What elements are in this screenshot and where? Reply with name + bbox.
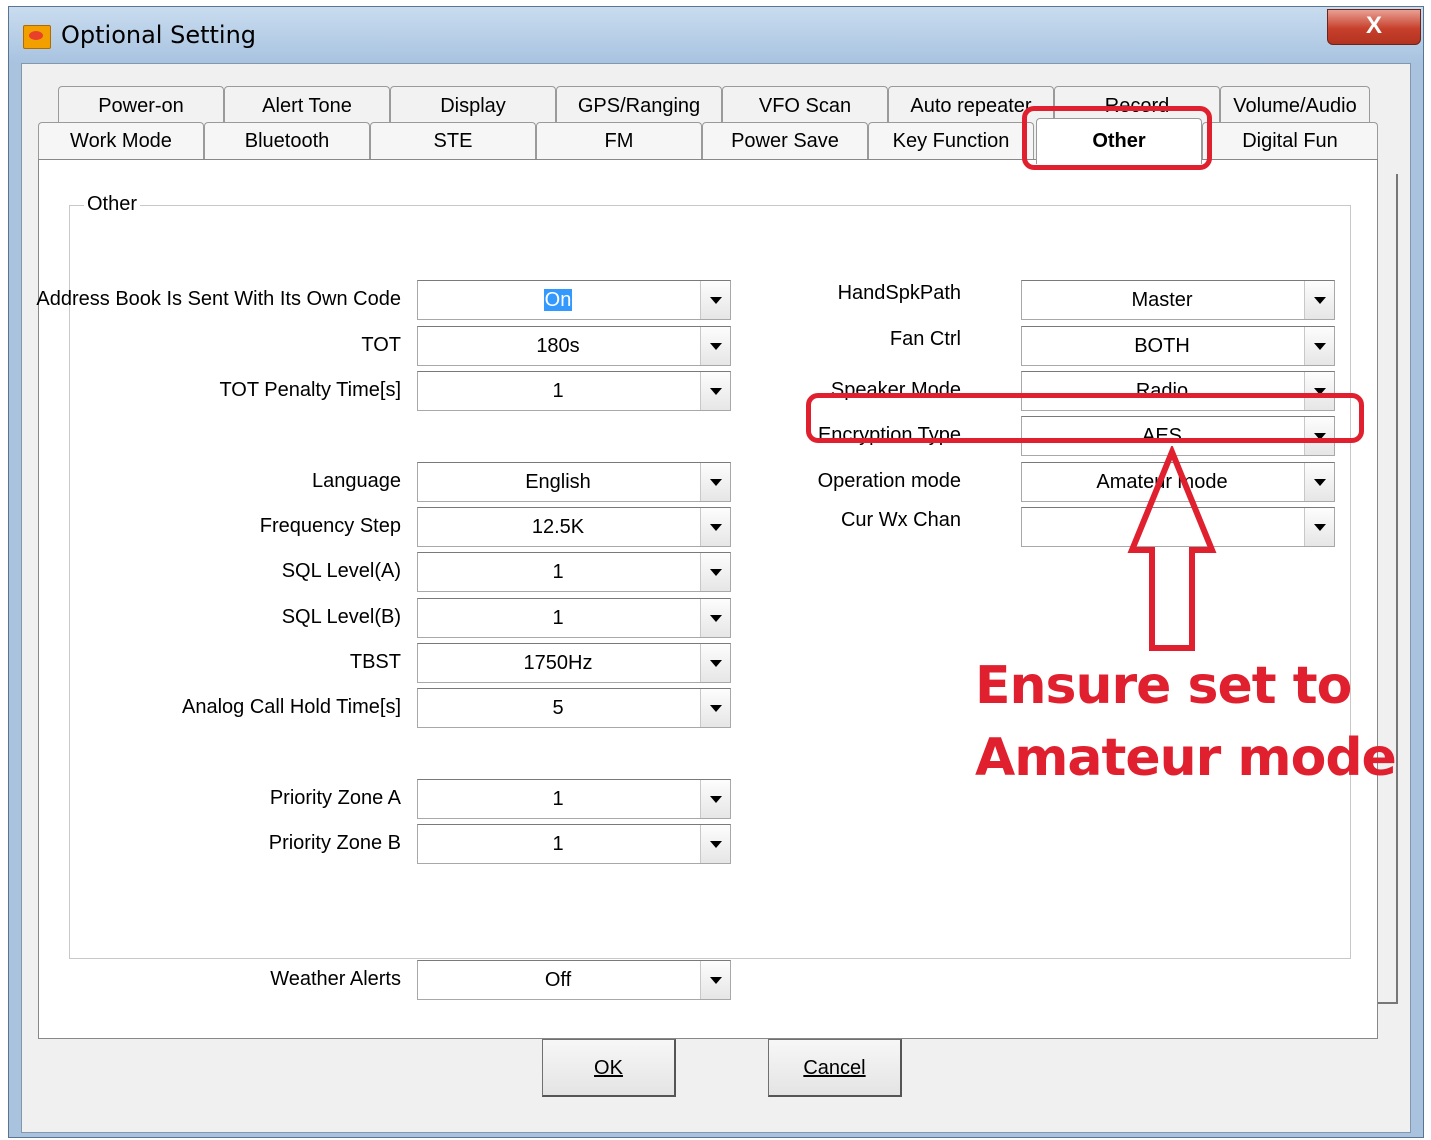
cancel-button-label: Cancel (803, 1057, 866, 1079)
tab-other[interactable]: Other (1036, 118, 1202, 164)
label-analog-call-hold-time: Analog Call Hold Time[s] (182, 696, 401, 718)
combo-frequency-step[interactable]: 12.5K (417, 507, 731, 547)
chevron-down-icon[interactable] (1304, 327, 1334, 365)
tab-volume-audio[interactable]: Volume/Audio (1220, 86, 1370, 126)
label-address-book-own-code: Address Book Is Sent With Its Own Code (36, 288, 401, 310)
combo-handspkpath[interactable]: Master (1021, 280, 1335, 320)
chevron-down-icon[interactable] (700, 780, 730, 818)
close-button[interactable]: X (1327, 9, 1421, 45)
annotation-line-2: Amateur mode (975, 728, 1397, 788)
chevron-down-icon[interactable] (700, 327, 730, 365)
group-label: Other (84, 193, 141, 216)
combo-value: 1 (552, 788, 564, 810)
combo-value: English (525, 471, 591, 493)
tab-gps-ranging[interactable]: GPS/Ranging (556, 86, 722, 126)
combo-value: 1 (552, 607, 564, 629)
tab-power-save[interactable]: Power Save (702, 122, 868, 160)
chevron-down-icon[interactable] (1304, 417, 1334, 455)
chevron-down-icon[interactable] (1304, 372, 1334, 410)
label-cur-wx-chan: Cur Wx Chan (840, 509, 961, 531)
tab-fm[interactable]: FM (536, 122, 702, 160)
tab-digital-fun[interactable]: Digital Fun (1202, 122, 1378, 160)
combo-priority-zone-a[interactable]: 1 (417, 779, 731, 819)
annotation-line-1: Ensure set to (975, 656, 1352, 716)
label-sql-level-b: SQL Level(B) (281, 606, 401, 628)
chevron-down-icon[interactable] (700, 689, 730, 727)
label-priority-zone-a: Priority Zone A (269, 787, 401, 809)
tab-power-on[interactable]: Power-on (58, 86, 224, 126)
panel-shadow (1378, 174, 1398, 1004)
chevron-down-icon[interactable] (700, 825, 730, 863)
combo-address-book-own-code[interactable]: On (417, 280, 731, 320)
label-tbst: TBST (349, 651, 401, 673)
chevron-down-icon[interactable] (700, 281, 730, 319)
combo-value: 1 (552, 561, 564, 583)
combo-value: 1 (552, 833, 564, 855)
combo-value: Off (544, 969, 572, 991)
chevron-down-icon[interactable] (700, 961, 730, 999)
combo-sql-level-a[interactable]: 1 (417, 552, 731, 592)
label-handspkpath: HandSpkPath (837, 282, 961, 304)
label-fan-ctrl: Fan Ctrl (889, 328, 961, 350)
combo-value: 180s (536, 335, 580, 357)
combo-tbst[interactable]: 1750Hz (417, 643, 731, 683)
app-icon (23, 25, 51, 49)
tab-vfo-scan[interactable]: VFO Scan (722, 86, 888, 126)
label-priority-zone-b: Priority Zone B (268, 832, 401, 854)
window-title: Optional Setting (61, 21, 257, 49)
combo-language[interactable]: English (417, 462, 731, 502)
tab-alert-tone[interactable]: Alert Tone (224, 86, 390, 126)
chevron-down-icon[interactable] (700, 372, 730, 410)
combo-fan-ctrl[interactable]: BOTH (1021, 326, 1335, 366)
tab-work-mode[interactable]: Work Mode (38, 122, 204, 160)
combo-priority-zone-b[interactable]: 1 (417, 824, 731, 864)
chevron-down-icon[interactable] (700, 553, 730, 591)
combo-value: Master (1131, 289, 1193, 311)
chevron-down-icon[interactable] (700, 463, 730, 501)
label-tot: TOT (361, 334, 401, 356)
label-operation-mode: Operation mode (817, 470, 961, 492)
combo-weather-alerts[interactable]: Off (417, 960, 731, 1000)
label-weather-alerts: Weather Alerts (270, 968, 401, 990)
combo-value: On (543, 289, 573, 311)
combo-speaker-mode[interactable]: Radio (1021, 371, 1335, 411)
combo-tot[interactable]: 180s (417, 326, 731, 366)
label-speaker-mode: Speaker Mode (830, 379, 961, 401)
combo-analog-call-hold-time[interactable]: 5 (417, 688, 731, 728)
chevron-down-icon[interactable] (700, 508, 730, 546)
chevron-down-icon[interactable] (700, 644, 730, 682)
label-tot-penalty-time: TOT Penalty Time[s] (219, 379, 401, 401)
ok-button-label: OK (594, 1057, 623, 1079)
combo-tot-penalty-time[interactable]: 1 (417, 371, 731, 411)
cancel-button[interactable]: Cancel (768, 1039, 902, 1097)
combo-value: Radio (1135, 380, 1189, 402)
combo-value: BOTH (1134, 335, 1190, 357)
title-bar[interactable]: Optional Setting X (9, 7, 1423, 63)
tab-auto-repeater[interactable]: Auto repeater (888, 86, 1054, 126)
tab-key-function[interactable]: Key Function (868, 122, 1034, 160)
combo-value: 1750Hz (523, 652, 593, 674)
label-frequency-step: Frequency Step (259, 515, 401, 537)
chevron-down-icon[interactable] (1304, 281, 1334, 319)
label-language: Language (312, 470, 401, 492)
chevron-down-icon[interactable] (700, 599, 730, 637)
combo-sql-level-b[interactable]: 1 (417, 598, 731, 638)
label-sql-level-a: SQL Level(A) (281, 560, 401, 582)
chevron-down-icon[interactable] (1304, 463, 1334, 501)
combo-value: 5 (552, 697, 564, 719)
label-encryption-type: Encryption Type (817, 424, 961, 446)
ok-button[interactable]: OK (542, 1039, 676, 1097)
chevron-down-icon[interactable] (1304, 508, 1334, 546)
tab-ste[interactable]: STE (370, 122, 536, 160)
combo-value: 12.5K (531, 516, 585, 538)
combo-value: 1 (552, 380, 564, 402)
tab-bluetooth[interactable]: Bluetooth (204, 122, 370, 160)
tab-display[interactable]: Display (390, 86, 556, 126)
up-arrow-icon (1127, 446, 1217, 651)
